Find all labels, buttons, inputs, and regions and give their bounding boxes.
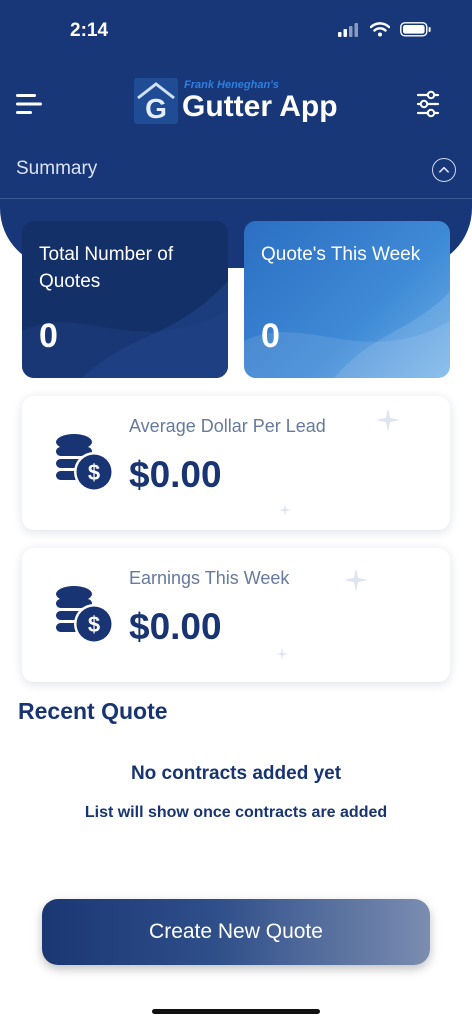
- quotes-week-title: Quote's This Week: [261, 244, 421, 265]
- empty-state-title: No contracts added yet: [130, 763, 342, 784]
- status-icons: [338, 22, 432, 37]
- sliders-icon[interactable]: [416, 90, 440, 118]
- dollar-sign: $: [88, 460, 100, 485]
- sparkle-icon: [279, 504, 291, 516]
- logo-mark-icon: G: [134, 78, 178, 124]
- earnings-this-week-card[interactable]: $ Earnings This Week $0.00: [22, 548, 450, 682]
- chevron-up-icon[interactable]: [432, 158, 456, 182]
- status-bar: 2:14: [0, 0, 472, 64]
- create-new-quote-button[interactable]: Create New Quote: [42, 899, 430, 965]
- summary-header: Summary: [16, 156, 456, 184]
- signal-icon: [338, 22, 358, 37]
- battery-icon: [400, 22, 431, 37]
- total-quotes-title: Total Number of Quotes: [39, 244, 174, 292]
- coins-dollar-icon: $: [56, 586, 114, 644]
- average-per-lead-card[interactable]: $ Average Dollar Per Lead $0.00: [22, 396, 450, 530]
- logo-letter: G: [145, 93, 167, 124]
- wifi-icon: [370, 22, 390, 37]
- quotes-this-week-card[interactable]: Quote's This Week 0: [244, 221, 450, 378]
- logo-title: Gutter App: [182, 90, 338, 123]
- earnings-week-label: Earnings This Week: [129, 568, 290, 588]
- summary-label: Summary: [16, 158, 98, 179]
- sparkle-icon: [276, 648, 288, 660]
- average-per-lead-value: $0.00: [129, 454, 222, 495]
- sparkle-icon: [376, 408, 400, 432]
- app-logo: G Frank Heneghan's Gutter App: [134, 78, 338, 124]
- menu-icon[interactable]: [16, 92, 44, 116]
- home-indicator: [152, 1009, 320, 1014]
- earnings-week-value: $0.00: [129, 606, 222, 647]
- recent-quote-heading: Recent Quote: [18, 698, 168, 724]
- total-quotes-card[interactable]: Total Number of Quotes 0: [22, 221, 228, 378]
- total-quotes-value: 0: [39, 317, 58, 355]
- average-per-lead-label: Average Dollar Per Lead: [129, 416, 326, 436]
- dollar-sign: $: [88, 612, 100, 637]
- summary-divider: [0, 198, 472, 199]
- quotes-week-value: 0: [261, 317, 280, 355]
- status-time: 2:14: [70, 20, 109, 41]
- empty-state-subtitle: List will show once contracts are added: [84, 804, 388, 821]
- coins-dollar-icon: $: [56, 434, 114, 492]
- sparkle-icon: [344, 568, 368, 592]
